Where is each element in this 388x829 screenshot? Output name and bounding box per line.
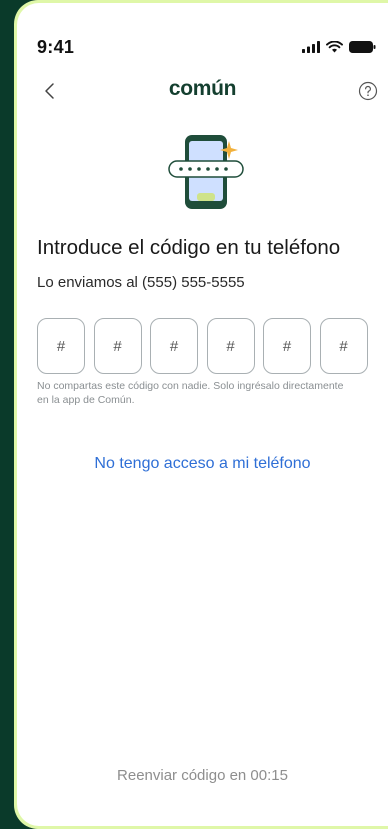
status-icons	[302, 41, 376, 53]
question-circle-icon	[358, 81, 378, 101]
status-time: 9:41	[37, 37, 75, 57]
page-title: Introduce el código en tu teléfono	[37, 236, 341, 259]
resend-code-timer: Reenviar código en 00:15	[117, 767, 288, 784]
code-input-row: # # # # # #	[37, 318, 368, 374]
code-digit-2[interactable]: #	[93, 318, 142, 374]
security-hint: No compartas este código con nadie. Solo…	[37, 380, 344, 406]
status-bar: 9:41	[17, 3, 388, 59]
code-digit-6[interactable]: #	[319, 318, 368, 374]
page-subtitle: Lo enviamos al (555) 555-5555	[37, 274, 245, 291]
no-phone-access-link[interactable]: No tengo acceso a mi teléfono	[17, 455, 388, 473]
phone-code-illustration	[167, 133, 247, 213]
battery-icon	[349, 41, 376, 53]
code-digit-4[interactable]: #	[206, 318, 255, 374]
signal-icon	[302, 41, 320, 53]
code-digit-5[interactable]: #	[263, 318, 311, 374]
help-button[interactable]	[358, 81, 378, 101]
wifi-icon	[326, 41, 343, 53]
device-frame: 9:41 común Introduce el código en tu tel…	[14, 0, 388, 829]
app-logo: común	[168, 77, 237, 100]
nav-bar: común	[17, 73, 388, 109]
code-digit-3[interactable]: #	[150, 318, 198, 374]
code-digit-1[interactable]: #	[37, 318, 85, 374]
app-screen: 9:41 común Introduce el código en tu tel…	[17, 3, 388, 826]
